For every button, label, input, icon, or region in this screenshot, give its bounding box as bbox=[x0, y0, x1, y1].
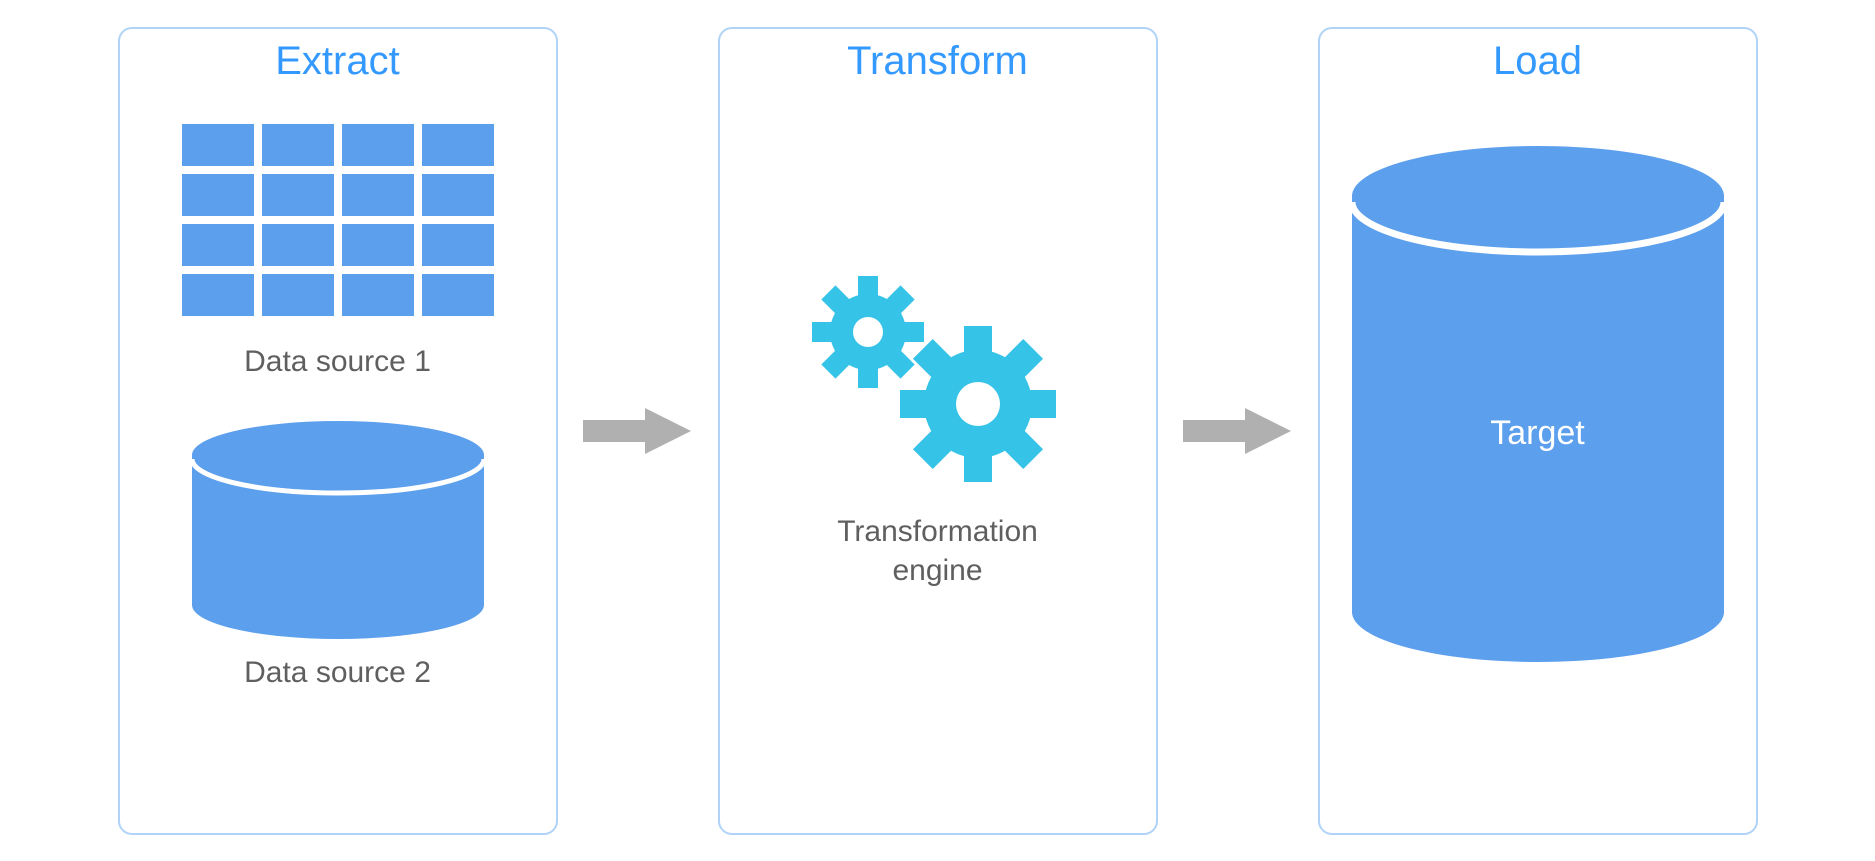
transform-title: Transform bbox=[847, 39, 1028, 84]
data-source-2-block: Data source 2 bbox=[188, 419, 488, 692]
transform-stage: Transform bbox=[718, 27, 1158, 835]
target-cylinder-icon: Target bbox=[1348, 144, 1728, 664]
arrow-right-icon bbox=[1183, 406, 1293, 456]
data-source-1-label: Data source 1 bbox=[244, 342, 431, 381]
transformation-engine-label: Transformation engine bbox=[837, 512, 1038, 590]
data-grid-icon bbox=[182, 124, 494, 324]
load-title: Load bbox=[1493, 39, 1582, 84]
arrow-extract-to-transform bbox=[578, 27, 698, 835]
database-cylinder-icon bbox=[188, 419, 488, 639]
extract-stage: Extract Data source 1 Data source 2 bbox=[118, 27, 558, 835]
arrow-transform-to-load bbox=[1178, 27, 1298, 835]
load-stage: Load Target bbox=[1318, 27, 1758, 835]
data-source-2-label: Data source 2 bbox=[188, 653, 488, 692]
gears-icon bbox=[798, 254, 1078, 484]
extract-title: Extract bbox=[275, 39, 399, 84]
target-label: Target bbox=[1348, 414, 1728, 453]
arrow-right-icon bbox=[583, 406, 693, 456]
